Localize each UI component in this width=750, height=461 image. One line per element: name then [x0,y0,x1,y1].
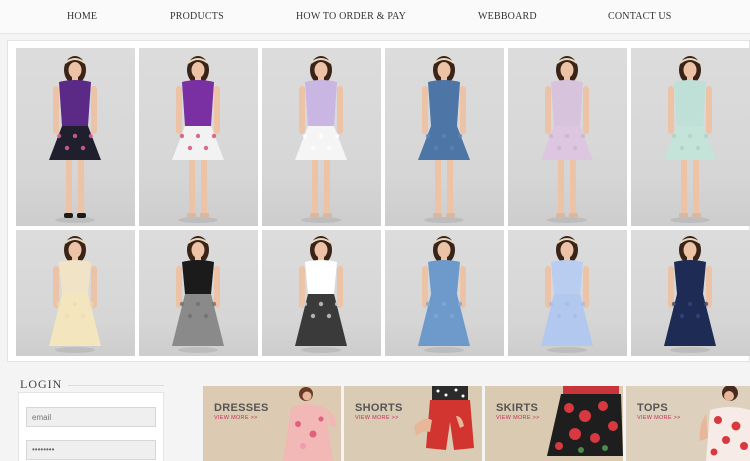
product-photo[interactable] [139,48,258,226]
model-photo-image [418,56,470,223]
skirts-banner-image [485,386,623,461]
category-dresses-label: DRESSES [214,402,269,414]
product-photo[interactable] [262,230,381,356]
category-dresses[interactable]: DRESSES VIEW MORE >> [203,386,341,461]
product-photo[interactable] [631,48,750,226]
product-photo[interactable] [385,230,504,356]
nav-webboard[interactable]: WEBBOARD [478,11,537,22]
model-photo-image [295,56,347,223]
model-photo-image [49,236,101,353]
shorts-banner-image [344,386,482,461]
nav-products[interactable]: PRODUCTS [170,11,224,22]
dresses-banner-image [203,386,341,461]
category-shorts[interactable]: SHORTS VIEW MORE >> [344,386,482,461]
category-tops-label: TOPS [637,402,668,414]
tops-banner-image [626,386,750,461]
category-banners: DRESSES VIEW MORE >> SHORTS VIEW MORE >>… [203,386,750,461]
category-shorts-more[interactable]: VIEW MORE >> [355,415,399,421]
model-photo-image [418,236,470,353]
product-photo[interactable] [508,230,627,356]
login-divider [68,385,164,386]
model-photo-image [541,56,593,223]
model-photo-image [664,236,716,353]
product-photo[interactable] [16,230,135,356]
category-skirts[interactable]: SKIRTS VIEW MORE >> [485,386,623,461]
model-photo-image [664,56,716,223]
product-photo[interactable] [139,230,258,356]
email-field[interactable] [26,407,156,427]
product-grid [16,48,750,358]
login-title: LOGIN [20,377,63,391]
product-gallery [7,40,750,362]
model-photo-image [295,236,347,353]
category-skirts-label: SKIRTS [496,402,539,414]
nav-how-to-order[interactable]: HOW TO ORDER & PAY [296,11,406,22]
model-photo-image [541,236,593,353]
product-photo[interactable] [262,48,381,226]
category-skirts-more[interactable]: VIEW MORE >> [496,415,540,421]
model-photo-image [172,56,224,223]
product-photo[interactable] [16,48,135,226]
product-photo[interactable] [385,48,504,226]
category-shorts-label: SHORTS [355,402,403,414]
product-photo[interactable] [508,48,627,226]
category-tops[interactable]: TOPS VIEW MORE >> [626,386,750,461]
category-dresses-more[interactable]: VIEW MORE >> [214,415,258,421]
model-photo-image [49,56,101,223]
password-field[interactable]: •••••••• [26,440,156,460]
top-navigation: HOME PRODUCTS HOW TO ORDER & PAY WEBBOAR… [0,0,750,34]
nav-contact-us[interactable]: CONTACT US [608,11,672,22]
category-tops-more[interactable]: VIEW MORE >> [637,415,681,421]
model-photo-image [172,236,224,353]
product-photo[interactable] [631,230,750,356]
nav-home[interactable]: HOME [67,11,97,22]
